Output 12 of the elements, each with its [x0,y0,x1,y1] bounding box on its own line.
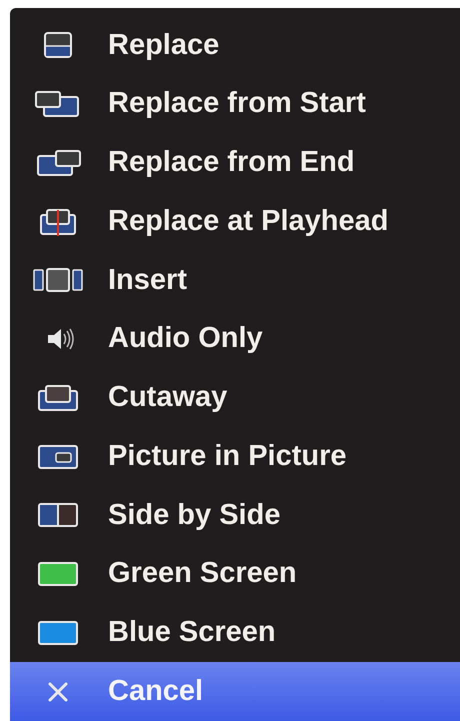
menu-item[interactable]: Replace at Playhead [10,192,460,251]
menu-item[interactable]: Audio Only [10,310,460,368]
menu-item[interactable]: Picture in Picture [10,427,460,486]
menu-item[interactable]: Replace from End [10,134,460,192]
menu-item[interactable]: Insert [10,251,460,310]
menu-item[interactable]: Cancel [10,662,460,721]
menu-item[interactable]: Side by Side [10,486,460,545]
menu-item[interactable]: Replace [10,16,460,75]
menu-item[interactable]: Blue Screen [10,604,460,662]
menu-item[interactable]: Replace from Start [10,74,460,134]
menu-item[interactable]: Green Screen [10,544,460,604]
menu-item[interactable]: Cutaway [10,368,460,428]
